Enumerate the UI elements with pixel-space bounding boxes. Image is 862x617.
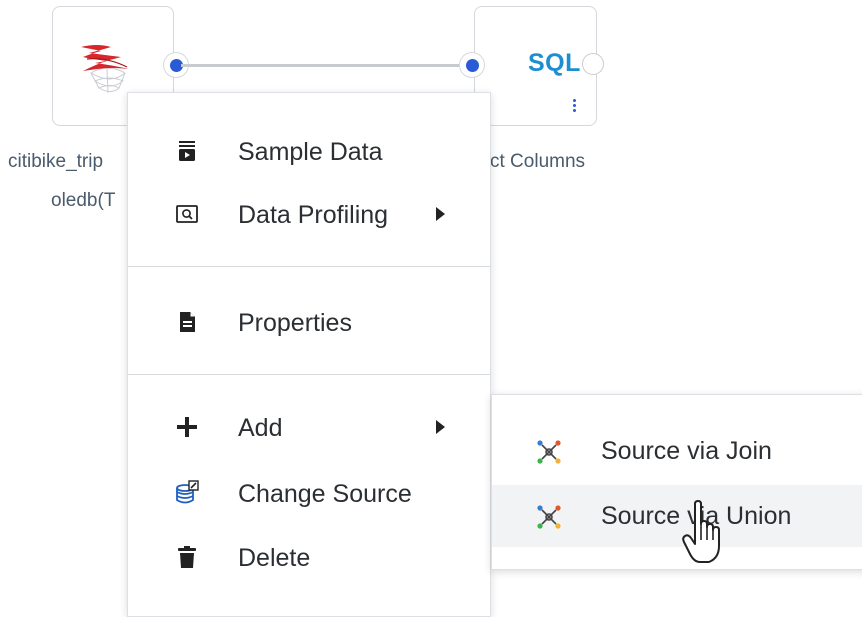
data-profiling-icon bbox=[176, 205, 198, 223]
join-icon bbox=[537, 440, 561, 464]
menu-divider bbox=[128, 266, 490, 267]
sql-logo: SQL bbox=[528, 49, 581, 77]
menu-item-delete[interactable]: Delete bbox=[128, 529, 490, 585]
sql-node-label: ct Columns bbox=[490, 151, 586, 172]
node-menu-kebab-icon[interactable] bbox=[573, 99, 576, 114]
menu-item-label: Data Profiling bbox=[238, 201, 389, 229]
add-submenu: Source via Join Source via Union bbox=[491, 394, 862, 570]
menu-item-properties[interactable]: Properties bbox=[128, 294, 490, 350]
submenu-arrow-icon bbox=[436, 420, 445, 434]
menu-item-label: Add bbox=[238, 414, 283, 442]
submenu-item-source-via-join[interactable]: Source via Join bbox=[492, 420, 862, 482]
plus-icon bbox=[177, 417, 197, 437]
sample-data-icon bbox=[179, 141, 195, 161]
submenu-arrow-icon bbox=[436, 207, 445, 221]
sql-input-port[interactable] bbox=[466, 59, 479, 72]
menu-item-label: Properties bbox=[238, 309, 352, 337]
menu-item-label: Delete bbox=[238, 544, 311, 572]
menu-item-add[interactable]: Add bbox=[128, 399, 490, 455]
menu-item-label: Sample Data bbox=[238, 138, 383, 166]
node-connector-line[interactable] bbox=[181, 64, 467, 67]
properties-icon bbox=[180, 312, 195, 332]
menu-item-data-profiling[interactable]: Data Profiling bbox=[128, 186, 490, 242]
node-context-menu: Sample Data Data Profiling Properties Ad… bbox=[127, 92, 491, 617]
menu-item-label: Change Source bbox=[238, 480, 412, 508]
change-source-icon bbox=[176, 480, 199, 504]
sql-output-port[interactable] bbox=[582, 53, 604, 75]
submenu-item-source-via-union[interactable]: Source via Union bbox=[492, 485, 862, 547]
source-node-label-line2: oledb(T bbox=[51, 190, 116, 211]
submenu-item-label: Source via Join bbox=[601, 437, 772, 465]
source-node-label-line1: citibike_trip bbox=[8, 151, 104, 172]
menu-item-sample-data[interactable]: Sample Data bbox=[128, 123, 490, 179]
menu-item-change-source[interactable]: Change Source bbox=[128, 465, 490, 521]
sql-server-icon bbox=[81, 45, 129, 94]
menu-divider bbox=[128, 374, 490, 375]
hand-pointer-cursor-icon bbox=[682, 500, 720, 563]
trash-icon bbox=[178, 546, 196, 568]
union-icon bbox=[537, 505, 561, 529]
